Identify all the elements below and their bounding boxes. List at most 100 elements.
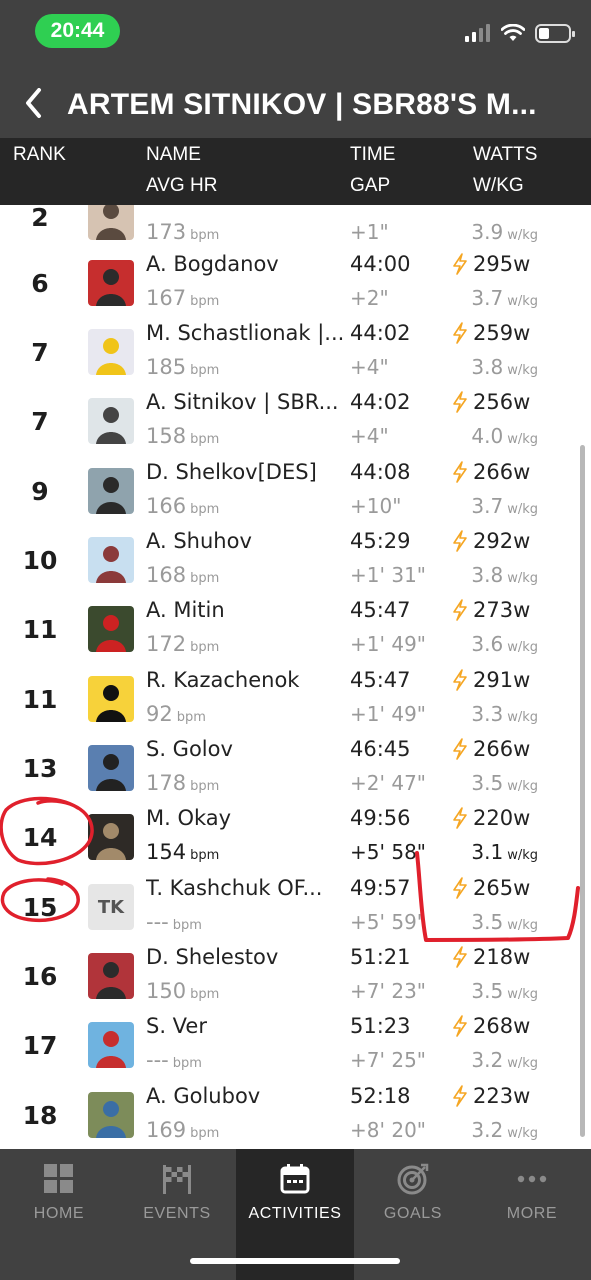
tab-events-label: EVENTS: [143, 1205, 211, 1222]
table-row[interactable]: 18 A. Golubov 169 bpm 52:18 +8' 20" 223w …: [0, 1081, 591, 1149]
bpm-unit: bpm: [190, 502, 220, 517]
time-gap: +7' 25": [350, 1048, 426, 1072]
table-row[interactable]: 2 173 bpm +1" 3.9 w/kg: [0, 205, 591, 252]
col-watts[interactable]: WATTS: [473, 143, 537, 167]
rank: 2: [31, 205, 49, 232]
col-wkg[interactable]: W/KG: [473, 174, 524, 198]
finish-time: 51:21: [350, 945, 411, 969]
avg-hr-value: 168: [146, 563, 187, 587]
table-row[interactable]: 17 S. Ver --- bpm 51:23 +7' 25" 268w 3.2 w…: [0, 1011, 591, 1080]
rider-name[interactable]: A. Golubov: [146, 1081, 346, 1111]
table-row[interactable]: 7 M. Schastlionak |... 185 bpm 44:02 +4" …: [0, 318, 591, 387]
rank: 11: [22, 685, 58, 714]
wkg-value: 3.1: [471, 840, 504, 864]
avatar: [88, 953, 134, 999]
avatar: [88, 205, 134, 240]
watts: 218w: [473, 945, 531, 969]
lightning-bolt-icon: [453, 669, 467, 691]
table-row[interactable]: 15 TK T. Kashchuk OF... --- bpm 49:57 +5'…: [0, 873, 591, 942]
table-row[interactable]: 14 M. Okay 154 bpm 49:56 +5' 58" 220w 3.1…: [0, 803, 591, 872]
wkg-unit: w/kg: [507, 1126, 538, 1141]
table-row[interactable]: 9 D. Shelkov[DES] 166 bpm 44:08 +10" 266w…: [0, 457, 591, 526]
rider-name[interactable]: D. Shelestov: [146, 942, 346, 972]
bpm-unit: bpm: [176, 710, 206, 725]
table-row[interactable]: 16 D. Shelestov 150 bpm 51:21 +7' 23" 218…: [0, 942, 591, 1011]
bpm-unit: bpm: [190, 987, 220, 1002]
wkg-unit: w/kg: [507, 294, 538, 309]
bpm-unit: bpm: [190, 848, 220, 863]
bpm-unit: bpm: [172, 918, 202, 933]
table-row[interactable]: 6 A. Bogdanov 167 bpm 44:00 +2" 295w 3.7 w…: [0, 249, 591, 318]
avg-hr-value: 169: [146, 1118, 187, 1142]
wkg-unit: w/kg: [507, 571, 538, 586]
watts: 292w: [473, 529, 531, 553]
col-name[interactable]: NAME: [146, 143, 201, 167]
avg-hr: 158 bpm: [146, 421, 219, 455]
watts: 273w: [473, 598, 531, 622]
time-gap: +5' 58": [350, 840, 426, 864]
avg-hr-value: 150: [146, 979, 187, 1003]
rank: 13: [22, 754, 58, 783]
table-row[interactable]: 11 R. Kazachenok 92 bpm 45:47 +1' 49" 291…: [0, 665, 591, 734]
scrollbar[interactable]: [580, 445, 585, 1137]
avatar: [88, 1022, 134, 1068]
table-row[interactable]: 11 A. Mitin 172 bpm 45:47 +1' 49" 273w 3.…: [0, 595, 591, 664]
lightning-bolt-icon: [453, 807, 467, 829]
table-row[interactable]: 7 A. Sitnikov | SBR... 158 bpm 44:02 +4" …: [0, 387, 591, 456]
rider-name[interactable]: A. Sitnikov | SBR...: [146, 387, 346, 417]
status-time: 20:44: [35, 14, 120, 48]
rank: 9: [31, 477, 49, 506]
rider-name[interactable]: S. Ver: [146, 1011, 346, 1041]
avg-hr: 172 bpm: [146, 629, 219, 663]
watts: 259w: [473, 321, 531, 345]
watts-per-kg: 3.2 w/kg: [471, 1115, 538, 1149]
col-time[interactable]: TIME: [350, 143, 395, 167]
avg-hr: 185 bpm: [146, 352, 219, 386]
time-gap: +4": [350, 424, 389, 448]
rider-name[interactable]: M. Schastlionak |...: [146, 318, 346, 348]
watts: 220w: [473, 806, 531, 830]
col-rank[interactable]: RANK: [13, 143, 66, 167]
finish-time: 45:47: [350, 668, 411, 692]
avatar: TK: [88, 884, 134, 930]
time-gap: +1' 49": [350, 632, 426, 656]
lightning-bolt-icon: [453, 1015, 467, 1037]
rider-name[interactable]: D. Shelkov[DES]: [146, 457, 346, 487]
finish-time: 49:56: [350, 806, 411, 830]
rank: 18: [22, 1101, 58, 1130]
rank: 11: [22, 615, 58, 644]
avg-hr: 166 bpm: [146, 491, 219, 525]
tab-more[interactable]: MORE: [473, 1149, 591, 1280]
wkg-value: 3.5: [471, 771, 504, 795]
cellular-signal-icon: [465, 24, 490, 42]
home-indicator[interactable]: [190, 1258, 400, 1264]
col-gap[interactable]: GAP: [350, 174, 390, 198]
table-row[interactable]: 13 S. Golov 178 bpm 46:45 +2' 47" 266w 3.…: [0, 734, 591, 803]
rider-name[interactable]: A. Mitin: [146, 595, 346, 625]
wkg-value: 3.7: [471, 494, 504, 518]
tab-home[interactable]: HOME: [0, 1149, 118, 1280]
time-gap: +7' 23": [350, 979, 426, 1003]
rider-name[interactable]: A. Bogdanov: [146, 249, 346, 279]
rider-name[interactable]: A. Shuhov: [146, 526, 346, 556]
back-chevron-icon[interactable]: [24, 88, 44, 118]
rider-name[interactable]: S. Golov: [146, 734, 346, 764]
watts: 256w: [473, 390, 531, 414]
rider-name[interactable]: M. Okay: [146, 803, 346, 833]
time-gap: +4": [350, 355, 389, 379]
leaderboard-list[interactable]: 2 173 bpm +1" 3.9 w/kg 6 A. Bogdanov 167 bp…: [0, 205, 591, 1149]
calendar-icon: [280, 1164, 310, 1194]
time-gap: +2' 47": [350, 771, 426, 795]
watts: 266w: [473, 737, 531, 761]
checkered-flag-icon: [163, 1165, 191, 1194]
bpm-unit: bpm: [172, 1056, 202, 1071]
table-row[interactable]: 10 A. Shuhov 168 bpm 45:29 +1' 31" 292w 3…: [0, 526, 591, 595]
wkg-unit: w/kg: [507, 502, 538, 517]
rank: 16: [22, 962, 58, 991]
avg-hr-value: 92: [146, 702, 173, 726]
col-avg-hr[interactable]: AVG HR: [146, 174, 217, 198]
rider-name[interactable]: T. Kashchuk OF...: [146, 873, 346, 903]
wkg-unit: w/kg: [507, 710, 538, 725]
rider-name[interactable]: R. Kazachenok: [146, 665, 346, 695]
watts-per-kg: 3.5 w/kg: [471, 768, 538, 802]
